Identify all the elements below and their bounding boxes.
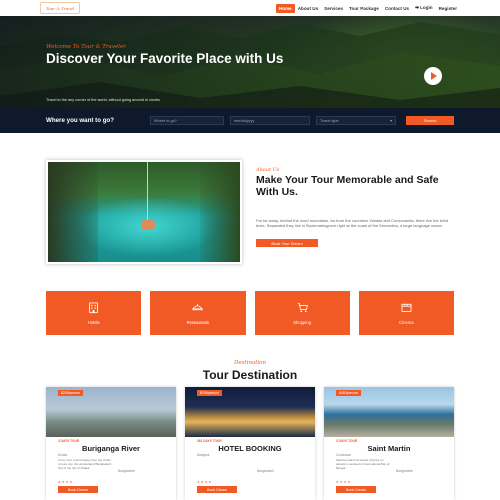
nav-link-home[interactable]: Home [275, 3, 295, 13]
nav-link-about[interactable]: About Us [295, 4, 321, 13]
service-label: Hotels [87, 320, 100, 325]
book-dream-button[interactable]: Book Dream [197, 486, 237, 493]
hero-kicker: Welcome To Tour & Traveler [46, 44, 126, 50]
service-hotels[interactable]: Hotels [46, 291, 142, 335]
service-label: Shopping [293, 320, 311, 325]
about-text: Far far away, behind the word mountains,… [256, 218, 449, 228]
image-rope [147, 162, 148, 226]
shopping-icon [297, 303, 308, 313]
nav-links: Home About Us Services Tour Package Cont… [275, 3, 460, 13]
card-title: Saint Martin [367, 444, 411, 453]
card-duration: 362 DAYS TOUR [197, 439, 222, 443]
about-kicker: About Us [256, 167, 280, 173]
travel-type-select[interactable]: Travel type ▾ [316, 116, 396, 125]
about-image [46, 160, 242, 264]
search-label: Where you want to go? [46, 117, 115, 124]
hotel-icon [89, 302, 98, 314]
service-shopping[interactable]: Shopping [254, 291, 350, 335]
hero-subtitle: Travel to the any corner of the world, w… [46, 98, 160, 102]
hero-banner: Welcome To Tour & Traveler Discover Your… [0, 16, 500, 108]
image-person [141, 220, 155, 230]
image-rock-left [48, 162, 98, 262]
book-your-dream-button[interactable]: Book Your Dream [256, 239, 318, 247]
destination-card[interactable]: $450/person 3 DAYS TOUR Saint Martin Cox… [324, 387, 454, 500]
card-title: Buriganga River [82, 444, 140, 453]
destination-card[interactable]: $200/person 3 DAYS TOUR Buriganga River … [46, 387, 176, 500]
service-label: Restaurants [186, 320, 210, 325]
book-dream-button[interactable]: Book Dream [58, 486, 98, 493]
card-country: Bangladesh [257, 469, 274, 473]
play-video-button[interactable] [424, 67, 442, 85]
destination-card[interactable]: $199/person 362 DAYS TOUR HOTEL BOOKING … [185, 387, 315, 500]
about-title: Make Your Tour Memorable and Safe With U… [256, 174, 439, 198]
nav-link-tour-package[interactable]: Tour Package [346, 4, 382, 13]
login-link[interactable]: ⮕Login [412, 3, 436, 13]
chevron-down-icon: ▾ [390, 119, 392, 123]
service-label: Cinema [399, 320, 414, 325]
destination-input[interactable]: Where to go? [150, 116, 224, 125]
card-country: Bangladesh [118, 469, 135, 473]
card-duration: 3 DAYS TOUR [336, 439, 358, 443]
destination-title: Tour Destination [202, 368, 298, 382]
register-link[interactable]: Register [436, 4, 460, 13]
date-input[interactable]: mm/dd/yyyy [230, 116, 310, 125]
destination-cards: $200/person 3 DAYS TOUR Buriganga River … [46, 387, 454, 500]
hero-title: Discover Your Favorite Place with Us [46, 51, 284, 66]
destination-kicker: Destination [233, 360, 267, 366]
play-icon [431, 72, 437, 80]
travel-type-value: Travel type [320, 118, 339, 123]
card-description: A tiny river a world away from the winds… [58, 458, 112, 470]
site-logo[interactable]: Tour & Travel [40, 2, 80, 14]
image-rock-right [200, 162, 240, 262]
rating-stars: ★★★★ [336, 480, 352, 484]
service-cinema[interactable]: Cinema [358, 291, 454, 335]
login-icon: ⮕ [415, 5, 420, 10]
restaurant-icon [192, 304, 204, 311]
card-location: Dhaka [58, 453, 68, 457]
card-duration: 3 DAYS TOUR [58, 439, 80, 443]
cinema-icon [401, 303, 412, 312]
card-country: Bangladesh [396, 469, 413, 473]
service-restaurants[interactable]: Restaurants [150, 291, 246, 335]
nav-link-contact[interactable]: Contact Us [382, 4, 412, 13]
card-description: Saintset island at winder physics on dan… [336, 458, 390, 470]
price-badge: $200/person [58, 390, 83, 396]
card-title: HOTEL BOOKING [218, 444, 282, 453]
card-location: Coxsbazar [336, 453, 352, 457]
nav-link-services[interactable]: Services [321, 4, 346, 13]
search-button[interactable]: Search [406, 116, 454, 125]
rating-stars: ★★★★ [58, 480, 74, 484]
login-label: Login [420, 5, 433, 10]
services-row: Hotels Restaurants Shopping Cinema [46, 291, 454, 335]
price-badge: $450/person [336, 390, 361, 396]
rating-stars: ★★★★ [197, 480, 213, 484]
book-dream-button[interactable]: Book Dream [336, 486, 376, 493]
card-location: Bangkok [197, 453, 210, 457]
price-badge: $199/person [197, 390, 222, 396]
top-navbar: Tour & Travel Home About Us Services Tou… [0, 0, 500, 16]
search-bar: Where you want to go? Where to go? mm/dd… [0, 108, 500, 133]
